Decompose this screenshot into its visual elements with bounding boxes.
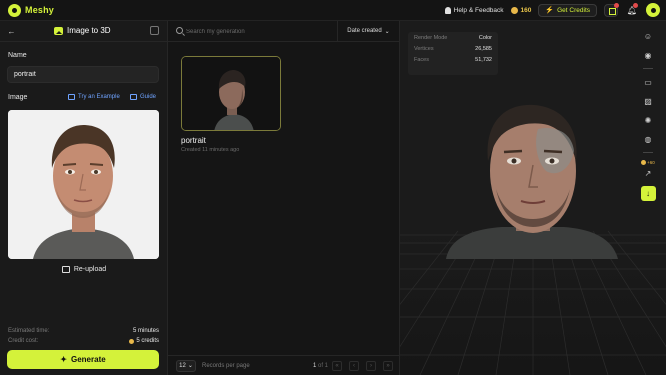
panel-header: ← Image to 3D	[0, 21, 167, 42]
coin-icon	[129, 338, 135, 344]
brand-logo[interactable]: Meshy	[8, 3, 55, 17]
download-icon: ↓	[646, 189, 650, 198]
sparkle-icon: ✦	[60, 355, 67, 364]
first-page-icon[interactable]: «	[332, 360, 342, 371]
image-to-3d-panel: ← Image to 3D Name Image Try an Example …	[0, 21, 168, 375]
portrait-photo	[8, 110, 159, 259]
lightbulb-icon	[444, 6, 451, 14]
generation-card[interactable]	[181, 56, 281, 131]
toolbar-divider	[643, 152, 653, 153]
generation-title[interactable]: portrait	[181, 136, 206, 145]
faces-value: 51,732	[475, 57, 492, 63]
sort-label: Date created	[347, 28, 382, 34]
estimated-time-value: 5 minutes	[132, 328, 159, 334]
try-example-label: Try an Example	[78, 94, 120, 100]
chevron-down-icon: ⌄	[384, 28, 390, 35]
viewer-toolbar: ☺ ◉ ▭ ▨ ✺ ◍ +60 ↗ ↓	[640, 30, 656, 201]
gift-button[interactable]	[604, 2, 619, 17]
vertices-row: Vertices 26,585	[414, 46, 492, 52]
next-page-icon[interactable]: ›	[366, 360, 376, 371]
faces-row: Faces 51,732	[414, 57, 492, 63]
estimated-time-label: Estimated time:	[8, 328, 50, 334]
monitor-icon[interactable]: ▭	[642, 76, 654, 88]
guide-label: Guide	[140, 94, 157, 100]
reupload-label: Re-upload	[73, 266, 107, 273]
lightning-icon: ⚡	[545, 7, 555, 14]
get-credits-button[interactable]: ⚡ Get Credits	[538, 3, 597, 17]
notification-dot	[614, 2, 619, 8]
generations-header: Date created ⌄	[168, 21, 399, 42]
model-viewer[interactable]: Render Mode Color Vertices 26,585 Faces …	[400, 21, 666, 375]
credit-cost-label: Credit cost:	[8, 338, 39, 344]
generations-panel: Date created ⌄ portrait Created 11 minut…	[168, 21, 400, 375]
credit-balance[interactable]: 160	[510, 6, 532, 14]
globe-icon[interactable]: ◍	[642, 133, 654, 145]
per-page-select[interactable]: 12 ⌄	[176, 359, 196, 372]
meshy-logo-icon	[8, 3, 21, 17]
chevron-down-icon: ⌄	[187, 363, 193, 369]
image-icon	[54, 26, 63, 35]
name-label: Name	[8, 52, 27, 59]
top-bar: Meshy Help & Feedback 160 ⚡ Get Credits …	[0, 0, 666, 21]
texture-icon[interactable]: ▨	[642, 95, 654, 107]
brand-name: Meshy	[25, 5, 55, 15]
generation-created: Created 11 minutes ago	[181, 147, 240, 153]
vertices-label: Vertices	[414, 46, 434, 52]
per-page-label: Records per page	[202, 362, 250, 369]
model-info-panel: Render Mode Color Vertices 26,585 Faces …	[408, 32, 498, 75]
coin-icon	[510, 6, 518, 14]
try-example-link[interactable]: Try an Example	[68, 94, 120, 100]
generation-thumbnail	[182, 57, 280, 130]
generate-button[interactable]: ✦ Generate	[7, 350, 159, 369]
search-input[interactable]	[186, 25, 326, 38]
name-field[interactable]	[7, 66, 159, 83]
credit-cost-value: 5 credits	[136, 338, 159, 344]
pagination: 12 ⌄ Records per page 1 of 1 « ‹ › »	[168, 355, 399, 375]
toolbar-credit-value: +60	[647, 160, 655, 165]
history-icon[interactable]	[150, 26, 159, 35]
credit-cost: 5 credits	[129, 338, 159, 344]
smiley-icon[interactable]: ☺	[642, 30, 654, 42]
estimated-time-row: Estimated time: 5 minutes	[8, 328, 159, 334]
prev-page-icon[interactable]: ‹	[349, 360, 359, 371]
light-icon[interactable]: ✺	[642, 114, 654, 126]
render-mode-label: Render Mode	[414, 35, 448, 41]
per-page-value: 12	[179, 362, 186, 369]
help-feedback-button[interactable]: Help & Feedback	[444, 6, 504, 14]
get-credits-label: Get Credits	[557, 6, 590, 14]
image-icon	[61, 266, 70, 273]
vertices-value: 26,585	[475, 46, 492, 52]
toolbar-divider	[643, 68, 653, 69]
user-avatar[interactable]	[646, 3, 660, 17]
notifications-button[interactable]: 🔔︎	[625, 2, 639, 17]
render-mode-value[interactable]: Color	[479, 35, 492, 41]
generate-label: Generate	[71, 355, 106, 364]
page-total: of 1	[318, 362, 329, 369]
download-button[interactable]: ↓	[640, 186, 656, 201]
face-icon[interactable]: ◉	[642, 49, 654, 61]
last-page-icon[interactable]: »	[383, 360, 393, 371]
uploaded-image[interactable]	[8, 110, 159, 259]
reupload-button[interactable]: Re-upload	[0, 266, 168, 273]
image-icon	[68, 94, 75, 100]
share-icon[interactable]: ↗	[642, 167, 654, 179]
page-info: 1 of 1	[313, 363, 328, 369]
guide-link[interactable]: Guide	[130, 94, 156, 100]
sort-dropdown[interactable]: Date created ⌄	[337, 21, 399, 41]
panel-title: Image to 3D	[54, 26, 111, 35]
credit-balance-value: 160	[520, 6, 532, 14]
search-icon	[176, 27, 183, 34]
book-icon	[130, 94, 137, 100]
panel-title-text: Image to 3D	[67, 26, 111, 35]
coin-icon	[641, 160, 647, 165]
back-arrow-icon[interactable]: ←	[6, 26, 17, 37]
faces-label: Faces	[414, 57, 429, 63]
image-label: Image	[8, 94, 28, 101]
toolbar-credit: +60	[641, 160, 655, 165]
notification-dot	[633, 2, 638, 8]
credit-cost-row: Credit cost: 5 credits	[8, 338, 159, 344]
help-feedback-label: Help & Feedback	[453, 6, 504, 14]
render-mode-row[interactable]: Render Mode Color	[414, 35, 492, 41]
page-current: 1	[313, 362, 317, 369]
